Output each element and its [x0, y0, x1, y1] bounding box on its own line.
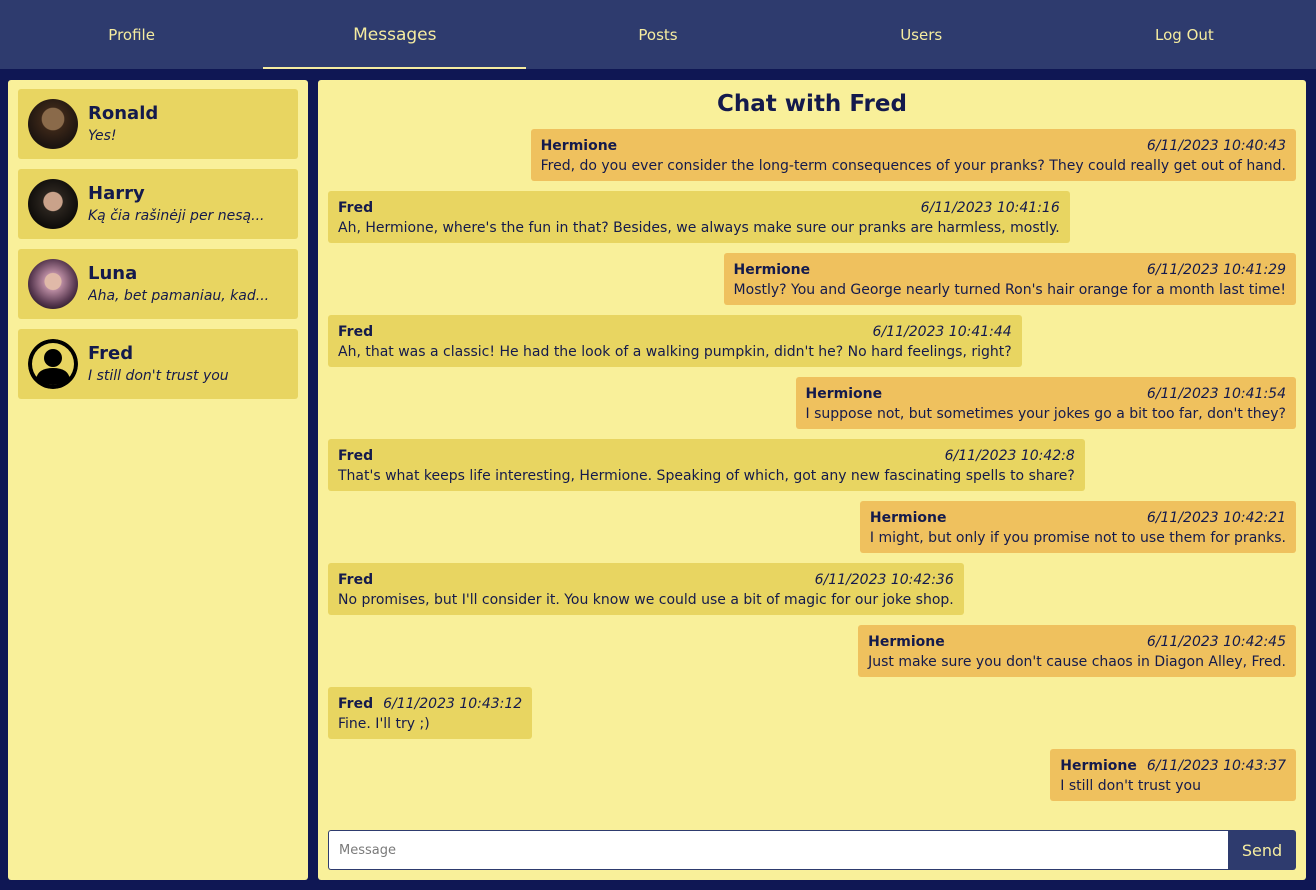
- message-author: Hermione: [869, 509, 947, 526]
- message-text: I suppose not, but sometimes your jokes …: [805, 406, 1287, 422]
- conversation-item-luna[interactable]: Luna Aha, bet pamaniau, kad...: [18, 249, 298, 319]
- message-bubble: Fred 6/11/2023 10:43:12 Fine. I'll try ;): [328, 687, 533, 739]
- message-author: Hermione: [733, 261, 811, 278]
- message-text: Ah, Hermione, where's the fun in that? B…: [338, 220, 1060, 236]
- conversation-item-fred[interactable]: Fred I still don't trust you: [18, 329, 298, 399]
- message-text: No promises, but I'll consider it. You k…: [338, 592, 954, 608]
- nav-users[interactable]: Users: [790, 0, 1053, 69]
- message-bubble: Hermione 6/11/2023 10:40:43 Fred, do you e…: [530, 129, 1296, 181]
- message-author: Hermione: [868, 633, 945, 650]
- message-timestamp: 6/11/2023 10:40:43: [1146, 137, 1286, 154]
- message-composer: Send: [328, 830, 1296, 870]
- message-timestamp: 6/11/2023 10:43:37: [1146, 757, 1286, 774]
- message-timestamp: 6/11/2023 10:42:8: [944, 447, 1075, 464]
- message-timestamp: 6/11/2023 10:41:44: [872, 323, 1012, 340]
- message-timestamp: 6/11/2023 10:41:29: [1146, 261, 1286, 278]
- message-author: Fred: [338, 447, 374, 464]
- message-timestamp: 6/11/2023 10:42:36: [814, 571, 954, 588]
- message-timestamp: 6/11/2023 10:43:12: [383, 695, 523, 712]
- message-bubble: Fred 6/11/2023 10:42:36 No promises, but I…: [328, 563, 964, 615]
- message-text: Ah, that was a classic! He had the look …: [338, 344, 1012, 360]
- message-text: Just make sure you don't cause chaos in …: [868, 654, 1286, 670]
- nav-logout[interactable]: Log Out: [1053, 0, 1316, 69]
- message-bubble: Hermione 6/11/2023 10:42:45 Just make sure…: [858, 625, 1296, 677]
- message-author: Hermione: [1060, 757, 1137, 774]
- avatar: [28, 259, 78, 309]
- message-bubble: Hermione 6/11/2023 10:43:37 I still don't …: [1050, 749, 1296, 801]
- message-text: Fine. I'll try ;): [338, 716, 430, 732]
- last-message-preview: I still don't trust you: [88, 368, 229, 384]
- message-input[interactable]: [328, 830, 1228, 870]
- contact-name: Ronald: [88, 103, 159, 124]
- contact-name: Luna: [88, 263, 138, 284]
- message-author: Fred: [338, 571, 374, 588]
- contact-name: Fred: [88, 343, 134, 364]
- message-text: I still don't trust you: [1060, 778, 1201, 794]
- message-author: Fred: [338, 199, 374, 216]
- message-author: Fred: [338, 695, 374, 712]
- message-timestamp: 6/11/2023 10:41:16: [920, 199, 1060, 216]
- last-message-preview: Ką čia rašinėji per nesą...: [88, 208, 265, 224]
- message-timestamp: 6/11/2023 10:41:54: [1146, 385, 1286, 402]
- message-author: Fred: [338, 323, 374, 340]
- last-message-preview: Yes!: [88, 128, 117, 144]
- avatar: [28, 99, 78, 149]
- nav-profile[interactable]: Profile: [0, 0, 263, 69]
- send-button[interactable]: Send: [1228, 830, 1296, 870]
- conversation-list: Ronald Yes! Harry Ką čia rašinėji per ne…: [8, 80, 308, 880]
- message-bubble: Fred 6/11/2023 10:41:16 Ah, Hermione, wher…: [328, 191, 1070, 243]
- message-bubble: Hermione 6/11/2023 10:41:29 Mostly? You an…: [723, 253, 1296, 305]
- conversation-item-ronald[interactable]: Ronald Yes!: [18, 89, 298, 159]
- contact-name: Harry: [88, 183, 145, 204]
- top-nav: Profile Messages Posts Users Log Out: [0, 0, 1316, 69]
- conversation-item-harry[interactable]: Harry Ką čia rašinėji per nesą...: [18, 169, 298, 239]
- nav-posts[interactable]: Posts: [526, 0, 789, 69]
- default-user-icon: [28, 339, 78, 389]
- message-bubble: Fred 6/11/2023 10:42:8 That's what keeps l…: [328, 439, 1085, 491]
- message-text: I might, but only if you promise not to …: [869, 530, 1286, 546]
- message-text: That's what keeps life interesting, Herm…: [338, 468, 1075, 484]
- message-author: Hermione: [540, 137, 618, 154]
- nav-messages[interactable]: Messages: [263, 0, 527, 69]
- message-timestamp: 6/11/2023 10:42:45: [1146, 633, 1286, 650]
- message-text: Mostly? You and George nearly turned Ron…: [733, 282, 1286, 298]
- message-timestamp: 6/11/2023 10:42:21: [1146, 509, 1286, 526]
- chat-title: Chat with Fred: [717, 91, 907, 117]
- message-bubble: Fred 6/11/2023 10:41:44 Ah, that was a cla…: [328, 315, 1022, 367]
- last-message-preview: Aha, bet pamaniau, kad...: [88, 288, 270, 304]
- message-text: Fred, do you ever consider the long-term…: [540, 158, 1286, 174]
- message-bubble: Hermione 6/11/2023 10:41:54 I suppose not,…: [795, 377, 1296, 429]
- avatar: [28, 179, 78, 229]
- message-list: Hermione 6/11/2023 10:40:43 Fred, do you e…: [328, 129, 1296, 811]
- message-author: Hermione: [805, 385, 883, 402]
- message-bubble: Hermione 6/11/2023 10:42:21 I might, but o…: [859, 501, 1296, 553]
- chat-panel: Chat with Fred Hermione 6/11/2023 10:40:4…: [318, 80, 1306, 880]
